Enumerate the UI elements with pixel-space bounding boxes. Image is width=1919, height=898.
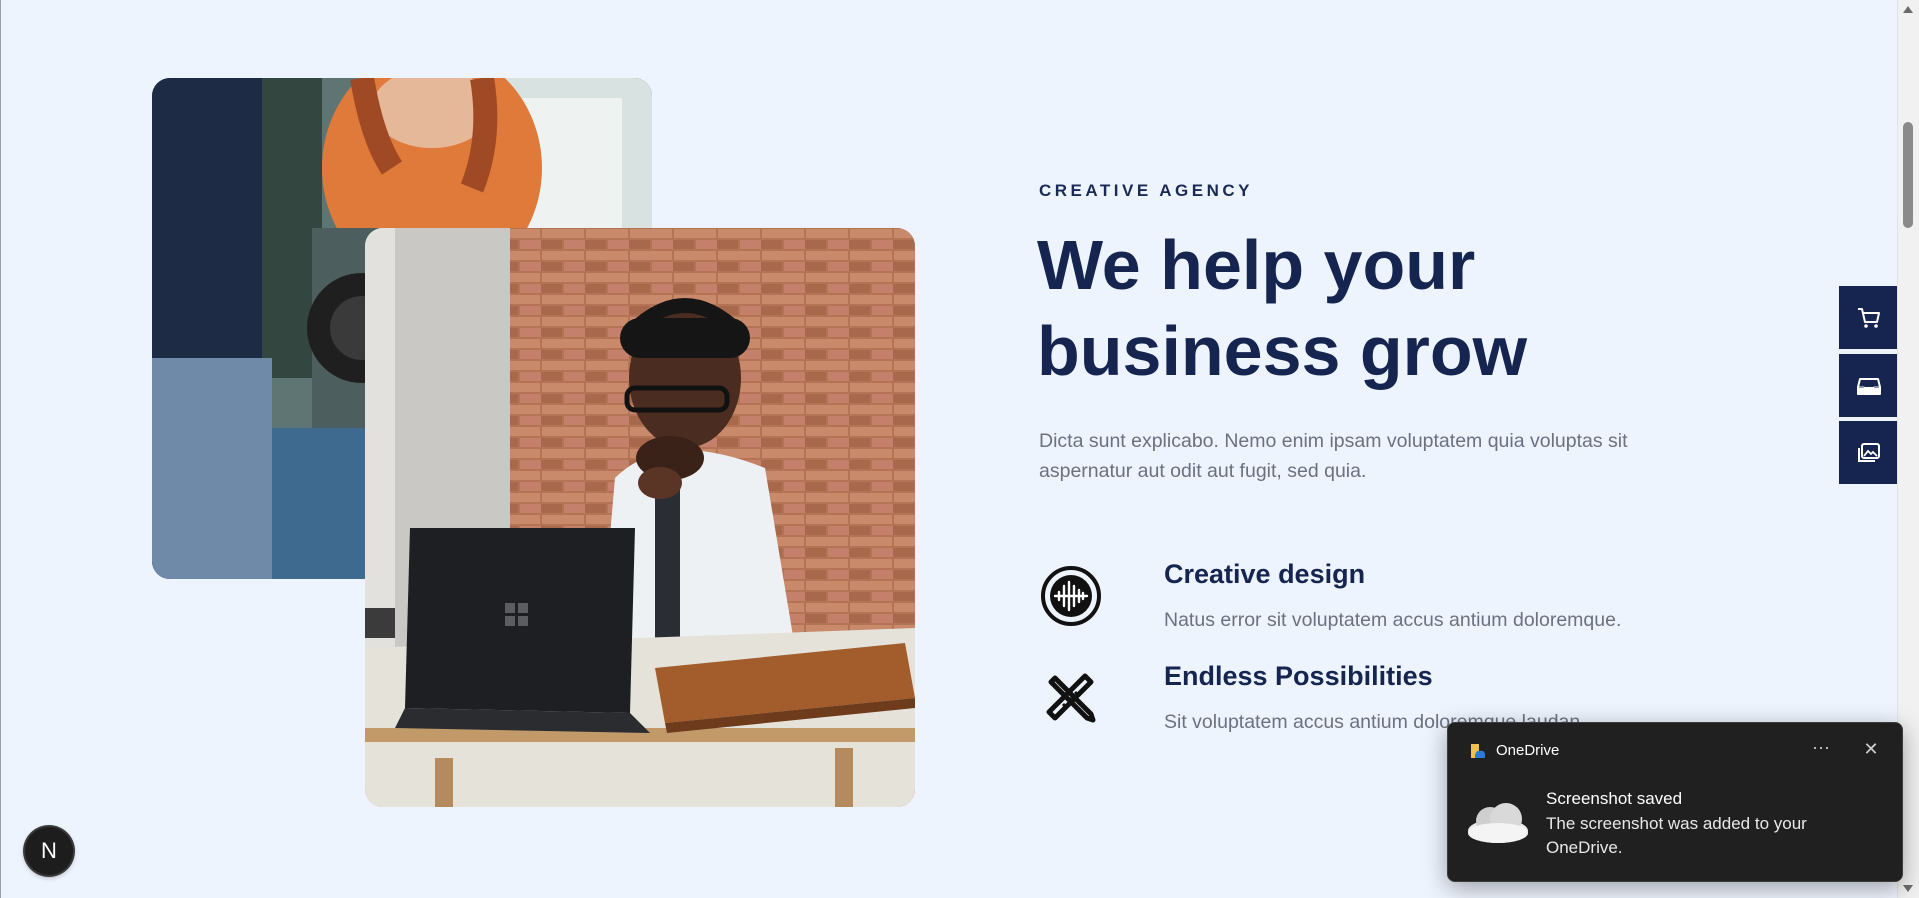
hero-eyebrow: CREATIVE AGENCY (1039, 181, 1254, 200)
scroll-up-arrow-icon[interactable] (1903, 6, 1913, 13)
feature-title-creative-design: Creative design (1164, 559, 1366, 589)
onedrive-toast-notification[interactable]: OneDrive ··· ✕ Screenshot saved The scre… (1447, 722, 1903, 882)
hero-lead: Dicta sunt explicabo. Nemo enim ipsam vo… (1039, 430, 1628, 482)
toast-app-name: OneDrive (1496, 742, 1560, 759)
side-gallery-button[interactable] (1839, 421, 1899, 484)
onedrive-app-icon (1470, 743, 1486, 759)
scroll-down-arrow-icon[interactable] (1903, 885, 1913, 892)
pencil-ruler-cross-icon (1039, 666, 1103, 730)
toast-close-button[interactable]: ✕ (1858, 737, 1884, 761)
inbox-icon (1857, 377, 1881, 395)
side-inbox-button[interactable] (1839, 354, 1899, 417)
nextjs-badge-button[interactable]: N (25, 827, 73, 875)
side-cart-button[interactable] (1839, 286, 1899, 349)
man-with-laptop-illustration (365, 228, 915, 807)
cloud-icon (1466, 797, 1530, 845)
scrollbar-thumb[interactable] (1903, 122, 1913, 228)
circle-wave-icon (1039, 564, 1103, 628)
toast-more-options-button[interactable]: ··· (1808, 737, 1834, 761)
toast-title: Screenshot saved (1546, 789, 1683, 808)
hero-headline-line1: We help your (1037, 226, 1476, 304)
nextjs-logo-letter: N (41, 838, 57, 863)
hero-headline-line2: business grow (1037, 312, 1528, 390)
hero-headline: We help your business grow (1037, 222, 1597, 394)
man-with-laptop-photo (365, 228, 915, 807)
feature-title-endless-possibilities: Endless Possibilities (1164, 661, 1433, 691)
feature-text-creative-design: Natus error sit voluptatem accus antium … (1164, 609, 1622, 631)
gallery-icon (1858, 442, 1880, 462)
toast-body: The screenshot was added to your OneDriv… (1546, 814, 1807, 857)
cart-icon (1858, 307, 1880, 328)
